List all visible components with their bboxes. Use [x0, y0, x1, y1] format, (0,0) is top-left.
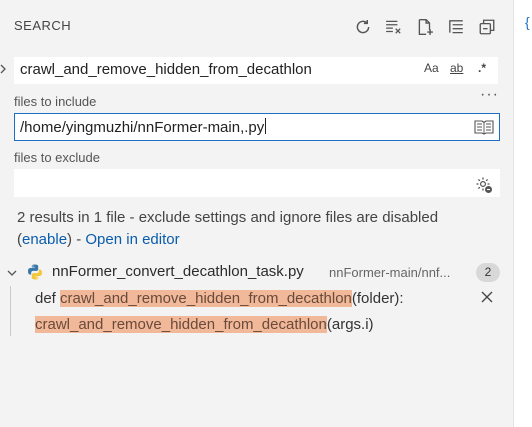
tree-indent-guide: [10, 286, 11, 336]
match-count-badge: 2: [476, 263, 500, 282]
use-exclude-settings-gear-icon[interactable]: [475, 176, 493, 194]
editor-brace-icon: {: [525, 14, 530, 30]
search-options: Aa ab .*: [424, 61, 496, 75]
exclude-label: files to exclude: [14, 150, 100, 165]
match-line[interactable]: crawl_and_remove_hidden_from_decathlon(a…: [35, 316, 374, 333]
match-case-toggle[interactable]: Aa: [424, 61, 444, 75]
header-toolbar: [352, 16, 498, 38]
more-options-icon[interactable]: ···: [480, 86, 499, 104]
refresh-icon[interactable]: [352, 16, 374, 38]
include-label: files to include: [14, 94, 97, 109]
match-after: (args.i): [326, 316, 374, 333]
summary-text: 2 results in 1 file - exclude settings a…: [17, 209, 439, 226]
enable-link[interactable]: enable: [22, 231, 67, 248]
clear-results-icon[interactable]: [383, 16, 405, 38]
whole-word-toggle[interactable]: ab: [450, 61, 472, 75]
search-query-text: crawl_and_remove_hidden_from_decathlon: [20, 61, 312, 78]
regex-toggle[interactable]: .*: [478, 61, 496, 75]
summary-paren-close: ) -: [67, 231, 86, 248]
files-to-exclude-input[interactable]: [14, 169, 500, 197]
open-editors-only-book-icon[interactable]: [474, 119, 494, 135]
toggle-replace-chevron-icon[interactable]: [0, 60, 10, 78]
tree-view-icon[interactable]: [445, 16, 467, 38]
include-value-text: /home/yingmuzhi/nnFormer-main,.py: [20, 119, 265, 136]
match-highlight: crawl_and_remove_hidden_from_decathlon: [35, 316, 327, 333]
new-search-editor-icon[interactable]: [414, 16, 436, 38]
result-file-path: nnFormer-main/nnf...: [329, 265, 451, 280]
match-before: def: [35, 290, 61, 307]
match-line[interactable]: def crawl_and_remove_hidden_from_decathl…: [35, 290, 404, 307]
match-after: (folder):: [351, 290, 404, 307]
result-file-name: nnFormer_convert_decathlon_task.py: [52, 263, 304, 280]
text-caret: [265, 118, 267, 134]
editor-edge: [513, 0, 532, 427]
open-in-editor-link[interactable]: Open in editor: [85, 231, 179, 248]
results-summary: 2 results in 1 file - exclude settings a…: [17, 207, 507, 251]
include-value: /home/yingmuzhi/nnFormer-main,.py: [20, 118, 267, 136]
collapse-all-icon[interactable]: [476, 16, 498, 38]
panel-title: SEARCH: [14, 18, 72, 33]
chevron-down-icon[interactable]: [6, 266, 18, 278]
match-highlight: crawl_and_remove_hidden_from_decathlon: [60, 290, 352, 307]
python-file-icon: [26, 263, 44, 281]
dismiss-match-close-icon[interactable]: [480, 290, 494, 304]
